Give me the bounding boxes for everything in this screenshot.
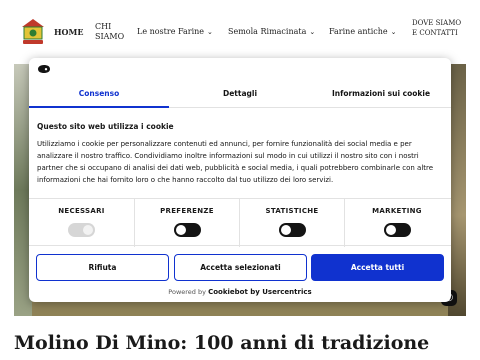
nav-farine-antiche-label: Farine antiche bbox=[329, 27, 388, 36]
nav-semola-rimacinata[interactable]: Semola Rimacinata ⌄ bbox=[228, 27, 315, 37]
category-marketing: MARKETING bbox=[344, 199, 449, 247]
cookiebot-link[interactable]: Cookiebot by Usercentrics bbox=[208, 288, 312, 296]
tab-dettagli[interactable]: Dettagli bbox=[170, 82, 310, 108]
toggle-knob bbox=[281, 225, 291, 235]
category-statistiche: STATISTICHE bbox=[239, 199, 344, 247]
tab-informazioni-sui-cookie[interactable]: Informazioni sui cookie bbox=[311, 82, 451, 108]
category-necessari-label: NECESSARI bbox=[58, 207, 105, 215]
toggle-preferenze[interactable] bbox=[174, 223, 201, 237]
molino-logo-icon[interactable] bbox=[20, 18, 46, 46]
nav-chi-siamo-label: CHI SIAMO bbox=[95, 22, 125, 41]
toggle-necessari bbox=[68, 223, 95, 237]
category-necessari: NECESSARI bbox=[29, 199, 134, 247]
cookie-consent-dialog: Consenso Dettagli Informazioni sui cooki… bbox=[29, 58, 451, 302]
chevron-down-icon: ⌄ bbox=[309, 28, 316, 36]
reject-button[interactable]: Rifiuta bbox=[36, 254, 169, 281]
nav-dove-siamo-contatti[interactable]: DOVE SIAMO E CONTATTI bbox=[412, 18, 462, 38]
nav-chi-siamo[interactable]: CHI SIAMO bbox=[95, 22, 127, 42]
nav-home-label: HOME bbox=[54, 27, 84, 37]
powered-by: Powered by Cookiebot by Usercentrics bbox=[29, 288, 451, 296]
category-statistiche-label: STATISTICHE bbox=[265, 207, 319, 215]
tab-consenso[interactable]: Consenso bbox=[29, 82, 169, 108]
nav-home[interactable]: HOME bbox=[54, 27, 83, 37]
consent-tabs: Consenso Dettagli Informazioni sui cooki… bbox=[29, 82, 451, 108]
nav-le-nostre-farine[interactable]: Le nostre Farine ⌄ bbox=[137, 27, 213, 37]
page-title: Molino Di Mino: 100 anni di tradizione bbox=[14, 332, 430, 354]
site-header: HOME CHI SIAMO Le nostre Farine ⌄ Semola … bbox=[0, 0, 480, 64]
toggle-marketing[interactable] bbox=[384, 223, 411, 237]
chevron-down-icon: ⌄ bbox=[207, 28, 213, 36]
consent-categories: NECESSARI PREFERENZE STATISTICHE MARKETI… bbox=[29, 198, 451, 247]
category-marketing-label: MARKETING bbox=[372, 207, 422, 215]
category-preferenze: PREFERENZE bbox=[134, 199, 239, 247]
chevron-down-icon: ⌄ bbox=[390, 28, 397, 36]
toggle-knob bbox=[83, 225, 93, 235]
toggle-knob bbox=[386, 225, 396, 235]
accept-all-button[interactable]: Accetta tutti bbox=[311, 254, 444, 281]
dialog-title: Questo sito web utilizza i cookie bbox=[37, 122, 174, 131]
toggle-knob bbox=[176, 225, 186, 235]
powered-by-prefix: Powered by bbox=[168, 288, 206, 296]
nav-farine-antiche[interactable]: Farine antiche ⌄ bbox=[329, 27, 397, 37]
category-preferenze-label: PREFERENZE bbox=[160, 207, 214, 215]
nav-semola-rimacinata-label: Semola Rimacinata bbox=[228, 27, 307, 36]
cookiebot-logo-icon bbox=[38, 65, 50, 73]
nav-dove-siamo-contatti-label: DOVE SIAMO E CONTATTI bbox=[412, 19, 462, 37]
accept-selected-button[interactable]: Accetta selezionati bbox=[174, 254, 307, 281]
toggle-statistiche[interactable] bbox=[279, 223, 306, 237]
nav-le-nostre-farine-label: Le nostre Farine bbox=[137, 27, 205, 36]
dialog-body-text: Utilizziamo i cookie per personalizzare … bbox=[37, 140, 434, 184]
